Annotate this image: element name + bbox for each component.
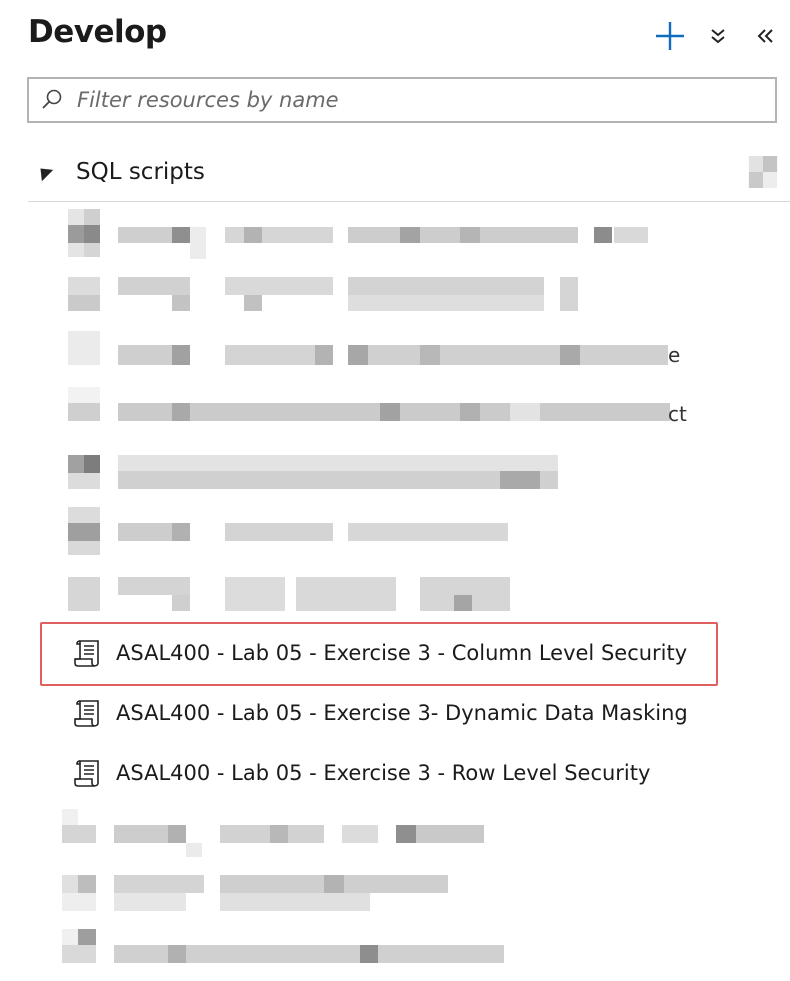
- list-item-obscured[interactable]: [60, 805, 500, 861]
- chevron-double-left-icon: [757, 29, 773, 43]
- add-button[interactable]: [650, 18, 690, 54]
- section-divider: [28, 201, 790, 202]
- sql-script-icon: [72, 757, 102, 789]
- list-item-obscured[interactable]: [60, 563, 520, 619]
- list-item-obscured[interactable]: [60, 383, 680, 439]
- list-item-obscured[interactable]: [60, 265, 660, 321]
- list-item-obscured[interactable]: [60, 865, 500, 921]
- collapse-panel-button[interactable]: [745, 18, 785, 54]
- pixelated-row: [68, 455, 558, 489]
- search-input[interactable]: [75, 87, 775, 113]
- sql-script-item[interactable]: ASAL400 - Lab 05 - Exercise 3 - Row Leve…: [60, 745, 650, 801]
- plus-icon: [656, 22, 684, 50]
- script-name: ASAL400 - Lab 05 - Exercise 3 - Row Leve…: [116, 761, 651, 785]
- pixelated-row: [62, 875, 448, 911]
- search-box[interactable]: [27, 77, 777, 123]
- expand-triangle-icon: [34, 162, 54, 182]
- pixelated-row: [68, 331, 668, 365]
- script-name: ASAL400 - Lab 05 - Exercise 3- Dynamic D…: [116, 701, 688, 725]
- pixelated-row: [68, 507, 508, 555]
- pixelated-row: [68, 277, 578, 311]
- page-title: Develop: [28, 14, 167, 50]
- sql-script-icon: [72, 637, 102, 669]
- pixelated-row: [68, 577, 510, 611]
- list-item-obscured[interactable]: [60, 925, 520, 981]
- chevron-double-down-icon: [711, 29, 725, 44]
- sql-scripts-section-header[interactable]: SQL scripts: [30, 150, 790, 194]
- obscured-row-tail: e: [668, 343, 681, 367]
- list-item-obscured[interactable]: [60, 205, 660, 261]
- script-name: ASAL400 - Lab 05 - Exercise 3 - Column L…: [116, 641, 688, 665]
- list-item-obscured[interactable]: [60, 325, 700, 381]
- section-menu-icon[interactable]: [748, 156, 778, 188]
- section-label: SQL scripts: [76, 159, 205, 185]
- pixelated-row: [62, 929, 504, 963]
- expand-all-button[interactable]: [698, 18, 738, 54]
- obscured-row-tail: ct: [668, 402, 687, 426]
- search-icon: [37, 85, 67, 115]
- sql-script-item[interactable]: ASAL400 - Lab 05 - Exercise 3 - Column L…: [60, 625, 687, 681]
- sql-script-icon: [72, 697, 102, 729]
- list-item-obscured[interactable]: [60, 503, 520, 559]
- pixelated-row: [68, 209, 648, 259]
- list-item-obscured[interactable]: [60, 443, 580, 499]
- pixelated-row: [62, 809, 484, 857]
- pixelated-row: [68, 387, 670, 421]
- sql-script-item[interactable]: ASAL400 - Lab 05 - Exercise 3- Dynamic D…: [60, 685, 688, 741]
